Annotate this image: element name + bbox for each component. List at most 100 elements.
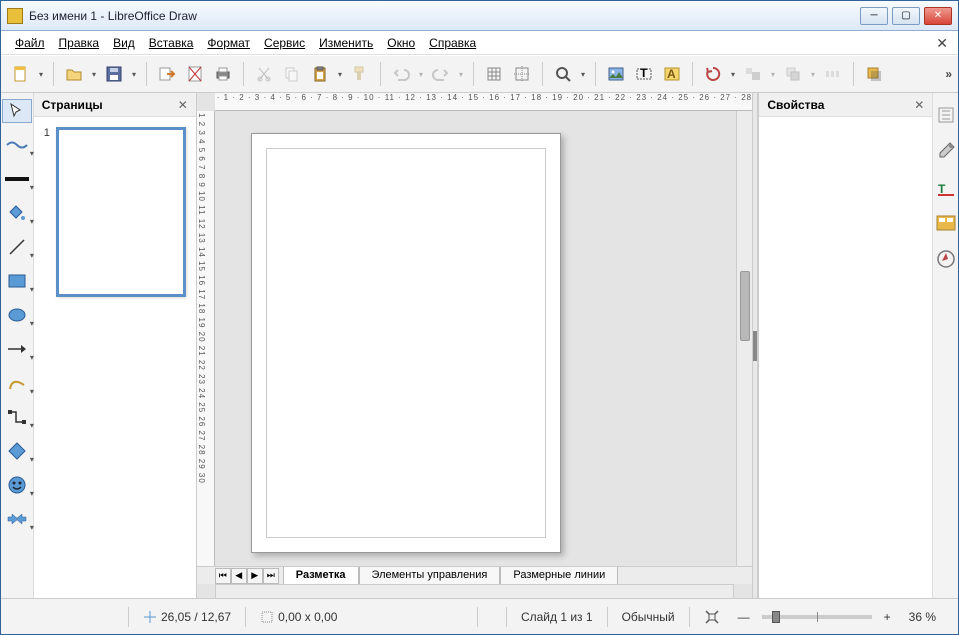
fill-color-tool[interactable]: ▾ xyxy=(2,201,32,225)
zoom-slider[interactable] xyxy=(762,615,872,619)
line-tool[interactable]: ▾ xyxy=(2,235,32,259)
redo-dropdown[interactable]: ▾ xyxy=(457,62,465,86)
shadow-button[interactable] xyxy=(862,62,886,86)
prev-page-button[interactable]: ◀ xyxy=(231,568,247,584)
print-button[interactable] xyxy=(211,62,235,86)
block-arrows-tool[interactable]: ▾ xyxy=(2,507,32,531)
zoom-in-button[interactable]: + xyxy=(880,607,895,627)
cut-button[interactable] xyxy=(252,62,276,86)
rotate-button[interactable] xyxy=(701,62,725,86)
vertical-scrollbar[interactable] xyxy=(736,111,752,566)
curve-tool[interactable]: ▾ xyxy=(2,371,32,395)
insert-textbox-button[interactable]: T xyxy=(632,62,656,86)
open-button[interactable] xyxy=(62,62,86,86)
status-layout-mode[interactable]: Обычный xyxy=(608,607,690,627)
save-button[interactable] xyxy=(102,62,126,86)
drawing-canvas[interactable] xyxy=(215,111,736,566)
vertical-ruler[interactable]: 1 2 3 4 5 6 7 8 9 10 11 12 13 14 15 16 1… xyxy=(197,111,215,566)
menu-tools[interactable]: Сервис xyxy=(258,34,311,52)
canvas-area: · 1 · 2 · 3 · 4 · 5 · 6 · 7 · 8 · 9 · 10… xyxy=(197,93,752,598)
horizontal-scrollbar[interactable] xyxy=(215,584,734,598)
tab-controls[interactable]: Элементы управления xyxy=(359,567,501,585)
status-signature[interactable] xyxy=(478,607,507,627)
svg-text:T: T xyxy=(640,66,648,80)
tab-layout[interactable]: Разметка xyxy=(283,567,359,585)
distribute-button[interactable] xyxy=(821,62,845,86)
minimize-button[interactable]: ─ xyxy=(860,7,888,25)
status-info xyxy=(9,607,129,627)
svg-text:A: A xyxy=(667,67,676,81)
first-page-button[interactable]: ⏮ xyxy=(215,568,231,584)
properties-panel: Свойства ✕ xyxy=(758,93,932,598)
zoom-level[interactable]: 36 % xyxy=(895,607,950,627)
properties-panel-close-icon[interactable]: ✕ xyxy=(914,98,924,112)
line-color-tool[interactable]: ▾ xyxy=(2,133,32,157)
menu-format[interactable]: Формат xyxy=(201,34,256,52)
page-thumb-number: 1 xyxy=(44,127,56,297)
pages-panel-close-icon[interactable]: ✕ xyxy=(178,98,188,112)
page-thumbnail[interactable] xyxy=(56,127,186,297)
page[interactable] xyxy=(251,133,561,553)
export-button[interactable] xyxy=(155,62,179,86)
basic-shapes-tool[interactable]: ▾ xyxy=(2,439,32,463)
helplines-button[interactable] xyxy=(510,62,534,86)
status-slide-info[interactable]: Слайд 1 из 1 xyxy=(507,607,608,627)
menu-window[interactable]: Окно xyxy=(381,34,421,52)
arrow-tool[interactable]: ▾ xyxy=(2,337,32,361)
clone-format-button[interactable] xyxy=(348,62,372,86)
redo-button[interactable] xyxy=(429,62,453,86)
grid-button[interactable] xyxy=(482,62,506,86)
new-button[interactable] xyxy=(9,62,33,86)
menu-help[interactable]: Справка xyxy=(423,34,482,52)
fontwork-button[interactable]: A xyxy=(660,62,684,86)
pages-panel: Страницы ✕ 1 xyxy=(34,93,197,598)
drawing-toolbar: ▾ ▾ ▾ ▾ ▾ ▾ ▾ ▾ ▾ ▾ ▾ ▾ xyxy=(1,93,34,598)
open-dropdown[interactable]: ▾ xyxy=(90,62,98,86)
status-cursor-position: 26,05 / 12,67 xyxy=(129,607,246,627)
close-document-icon[interactable]: ✕ xyxy=(936,35,948,52)
align-button[interactable] xyxy=(741,62,765,86)
select-tool[interactable] xyxy=(2,99,32,123)
arrange-button[interactable] xyxy=(781,62,805,86)
new-dropdown[interactable]: ▾ xyxy=(37,62,45,86)
copy-button[interactable] xyxy=(280,62,304,86)
insert-image-button[interactable] xyxy=(604,62,628,86)
menu-file[interactable]: Файл xyxy=(9,34,51,52)
connector-tool[interactable]: ▾ xyxy=(2,405,32,429)
zoom-button[interactable] xyxy=(551,62,575,86)
ellipse-tool[interactable]: ▾ xyxy=(2,303,32,327)
undo-button[interactable] xyxy=(389,62,413,86)
save-dropdown[interactable]: ▾ xyxy=(130,62,138,86)
rotate-dropdown[interactable]: ▾ xyxy=(729,62,737,86)
maximize-button[interactable]: ▢ xyxy=(892,7,920,25)
paste-button[interactable] xyxy=(308,62,332,86)
menu-edit[interactable]: Правка xyxy=(53,34,106,52)
align-dropdown[interactable]: ▾ xyxy=(769,62,777,86)
zoom-dropdown[interactable]: ▾ xyxy=(579,62,587,86)
gallery-tab-icon[interactable] xyxy=(934,211,958,235)
menubar: Файл Правка Вид Вставка Формат Сервис Из… xyxy=(1,31,958,55)
status-object-size: 0,00 x 0,00 xyxy=(246,607,478,627)
export-pdf-button[interactable] xyxy=(183,62,207,86)
navigator-tab-icon[interactable] xyxy=(934,247,958,271)
styles-tab-icon[interactable]: T xyxy=(934,175,958,199)
rectangle-tool[interactable]: ▾ xyxy=(2,269,32,293)
line-style-tool[interactable]: ▾ xyxy=(2,167,32,191)
zoom-out-button[interactable]: ― xyxy=(734,607,754,627)
fit-page-button[interactable] xyxy=(690,607,734,627)
arrange-dropdown[interactable]: ▾ xyxy=(809,62,817,86)
toolbar-overflow[interactable]: » xyxy=(945,67,952,81)
properties-tab-icon[interactable] xyxy=(934,139,958,163)
menu-view[interactable]: Вид xyxy=(107,34,141,52)
menu-modify[interactable]: Изменить xyxy=(313,34,379,52)
tab-dimension-lines[interactable]: Размерные линии xyxy=(500,567,618,585)
next-page-button[interactable]: ▶ xyxy=(247,568,263,584)
last-page-button[interactable]: ⏭ xyxy=(263,568,279,584)
symbol-shapes-tool[interactable]: ▾ xyxy=(2,473,32,497)
menu-insert[interactable]: Вставка xyxy=(143,34,200,52)
close-button[interactable]: ✕ xyxy=(924,7,952,25)
sidebar-settings-icon[interactable] xyxy=(934,103,958,127)
undo-dropdown[interactable]: ▾ xyxy=(417,62,425,86)
paste-dropdown[interactable]: ▾ xyxy=(336,62,344,86)
horizontal-ruler[interactable]: · 1 · 2 · 3 · 4 · 5 · 6 · 7 · 8 · 9 · 10… xyxy=(215,93,752,111)
